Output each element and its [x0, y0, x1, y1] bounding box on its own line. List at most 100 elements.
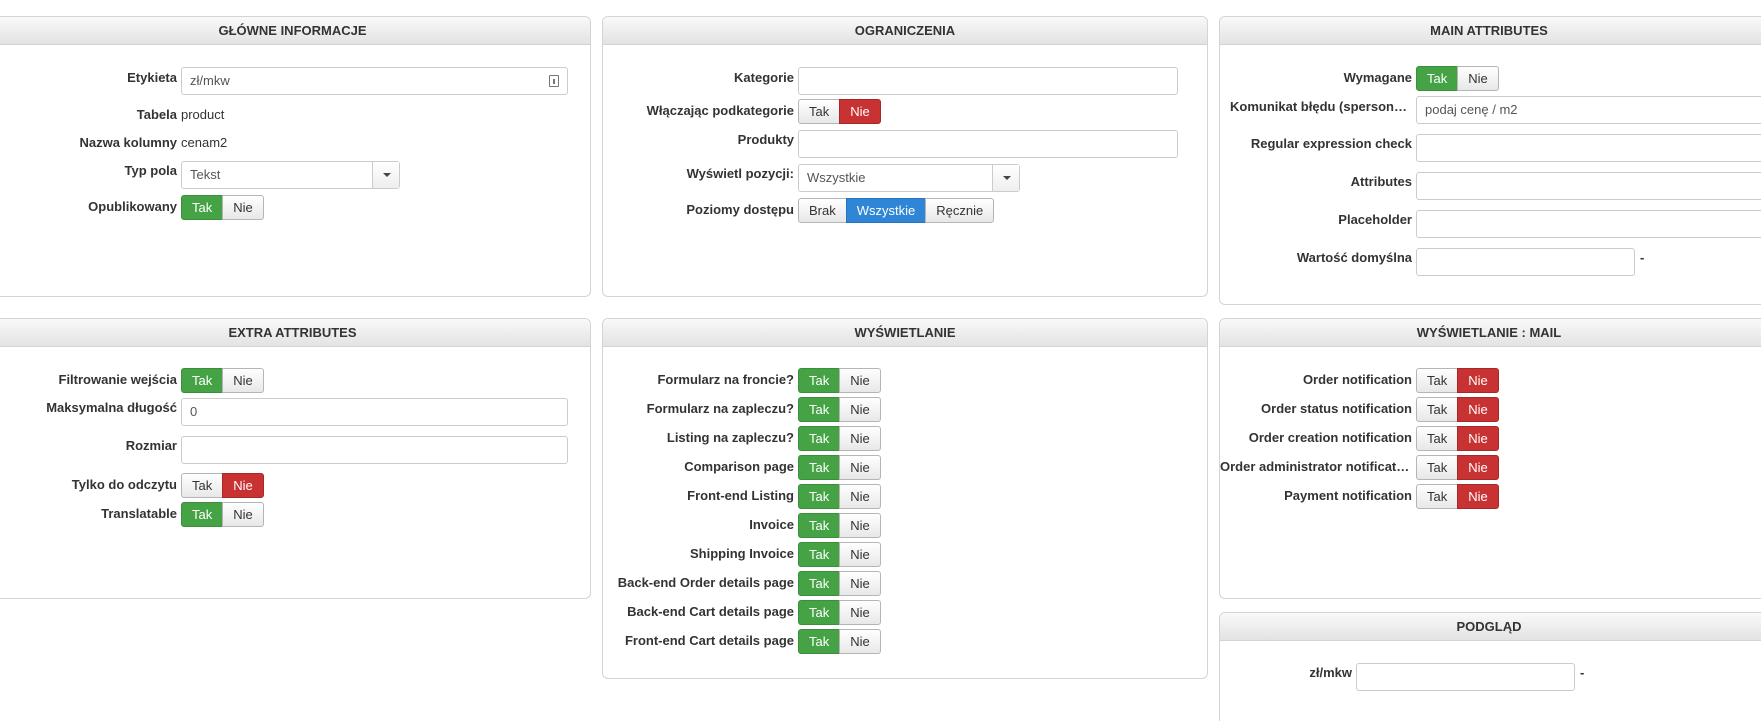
tak-button[interactable]: Tak	[181, 502, 224, 527]
etykieta-value: zł/mkw	[190, 73, 230, 88]
nie-button[interactable]: Nie	[1457, 66, 1499, 91]
podkategorie-label: Włączając podkategorie	[646, 103, 794, 118]
nie-button[interactable]: Nie	[839, 99, 881, 124]
regex-input[interactable]	[1416, 134, 1761, 162]
wyswietlanie-item-1-toggle: Tak Nie	[798, 397, 881, 422]
odczyt-toggle: Tak Nie	[181, 473, 264, 498]
tak-button[interactable]: Tak	[798, 368, 841, 393]
mail-item-0-toggle: Tak Nie	[1416, 368, 1499, 393]
tak-button[interactable]: Tak	[798, 600, 841, 625]
placeholder-input[interactable]	[1416, 210, 1761, 238]
typ-pola-select[interactable]: Tekst	[181, 161, 400, 189]
pozycji-label: Wyświetl pozycji:	[686, 166, 794, 181]
filtrowanie-toggle: Tak Nie	[181, 368, 264, 393]
tak-button[interactable]: Tak	[798, 455, 841, 480]
chevron-down-icon[interactable]	[372, 162, 399, 188]
mail-item-1-label: Order status notification	[1261, 401, 1412, 416]
typ-pola-value: Tekst	[190, 167, 221, 182]
produkty-input[interactable]	[798, 130, 1178, 158]
wyswietlanie-item-1-label: Formularz na zapleczu?	[646, 401, 794, 416]
tak-button[interactable]: Tak	[798, 484, 841, 509]
panel-title: WYŚWIETLANIE : MAIL	[1220, 319, 1761, 347]
rozmiar-input[interactable]	[181, 436, 568, 464]
tak-button[interactable]: Tak	[798, 426, 841, 451]
nie-button[interactable]: Nie	[839, 484, 881, 509]
nie-button[interactable]: Nie	[222, 368, 264, 393]
tak-button[interactable]: Tak	[1416, 368, 1459, 393]
wyswietlanie-item-0-label: Formularz na froncie?	[657, 372, 794, 387]
nie-button[interactable]: Nie	[222, 195, 264, 220]
nie-button[interactable]: Nie	[222, 502, 264, 527]
dlugosc-input[interactable]: 0	[181, 398, 568, 426]
nie-button[interactable]: Nie	[222, 473, 264, 498]
etykieta-input[interactable]: zł/mkw	[181, 67, 568, 95]
wyswietlanie-item-5-toggle: Tak Nie	[798, 513, 881, 538]
field-icon[interactable]	[549, 75, 559, 87]
chevron-down-icon[interactable]	[992, 165, 1019, 191]
nie-button[interactable]: Nie	[839, 397, 881, 422]
komunikat-label: Komunikat błędu (spersonalizowany)	[1230, 99, 1412, 114]
nie-button[interactable]: Nie	[1457, 368, 1499, 393]
typ-pola-label: Typ pola	[124, 163, 177, 178]
wyswietlanie-item-8-toggle: Tak Nie	[798, 600, 881, 625]
kolumna-label: Nazwa kolumny	[79, 135, 177, 150]
tak-button[interactable]: Tak	[798, 99, 841, 124]
tabela-label: Tabela	[136, 107, 177, 122]
nie-button[interactable]: Nie	[1457, 426, 1499, 451]
panel-title: MAIN ATTRIBUTES	[1220, 17, 1761, 45]
tak-button[interactable]: Tak	[181, 473, 224, 498]
poziomy-toggle: Brak Wszystkie Ręcznie	[798, 198, 995, 223]
nie-button[interactable]: Nie	[839, 455, 881, 480]
tak-button[interactable]: Tak	[798, 397, 841, 422]
wyswietlanie-item-6-label: Shipping Invoice	[689, 546, 794, 561]
nie-button[interactable]: Nie	[839, 542, 881, 567]
regex-label: Regular expression check	[1250, 136, 1412, 151]
wyswietlanie-item-4-label: Front-end Listing	[687, 488, 794, 503]
domyslna-input[interactable]	[1416, 248, 1635, 276]
panel-glowne-informacje: GŁÓWNE INFORMACJE Etykieta zł/mkw Tabela…	[0, 16, 591, 297]
nie-button[interactable]: Nie	[839, 513, 881, 538]
tak-button[interactable]: Tak	[1416, 426, 1459, 451]
panel-title: PODGLĄD	[1220, 613, 1761, 641]
tak-button[interactable]: Tak	[181, 368, 224, 393]
nie-button[interactable]: Nie	[839, 629, 881, 654]
pozycji-select[interactable]: Wszystkie	[798, 164, 1020, 192]
mail-item-2-label: Order creation notification	[1248, 430, 1412, 445]
panel-title: OGRANICZENIA	[603, 17, 1207, 45]
tak-button[interactable]: Tak	[798, 629, 841, 654]
brak-button[interactable]: Brak	[798, 198, 847, 223]
nie-button[interactable]: Nie	[1457, 397, 1499, 422]
pozycji-value: Wszystkie	[807, 170, 866, 185]
mail-item-0-label: Order notification	[1302, 372, 1412, 387]
komunikat-input[interactable]: podaj cenę / m2	[1416, 96, 1761, 124]
panel-wyswietlanie: WYŚWIETLANIE Formularz na froncie? Tak Nie…	[602, 318, 1208, 679]
wymagane-label: Wymagane	[1343, 70, 1412, 85]
attributes-input[interactable]	[1416, 172, 1761, 200]
nie-button[interactable]: Nie	[839, 368, 881, 393]
nie-button[interactable]: Nie	[1457, 455, 1499, 480]
nie-button[interactable]: Nie	[1457, 484, 1499, 509]
tak-button[interactable]: Tak	[798, 542, 841, 567]
nie-button[interactable]: Nie	[839, 571, 881, 596]
tak-button[interactable]: Tak	[181, 195, 224, 220]
wyswietlanie-item-0-toggle: Tak Nie	[798, 368, 881, 393]
wyswietlanie-item-6-toggle: Tak Nie	[798, 542, 881, 567]
wyswietlanie-item-2-label: Listing na zapleczu?	[666, 430, 794, 445]
tak-button[interactable]: Tak	[798, 513, 841, 538]
tak-button[interactable]: Tak	[1416, 66, 1459, 91]
nie-button[interactable]: Nie	[839, 600, 881, 625]
mail-item-3-toggle: Tak Nie	[1416, 455, 1499, 480]
recznie-button[interactable]: Ręcznie	[925, 198, 995, 223]
nie-button[interactable]: Nie	[839, 426, 881, 451]
wyswietlanie-item-2-toggle: Tak Nie	[798, 426, 881, 451]
wszystkie-button[interactable]: Wszystkie	[845, 198, 927, 223]
tak-button[interactable]: Tak	[1416, 455, 1459, 480]
mail-item-4-toggle: Tak Nie	[1416, 484, 1499, 509]
odczyt-label: Tylko do odczytu	[71, 477, 177, 492]
tak-button[interactable]: Tak	[798, 571, 841, 596]
kategorie-input[interactable]	[798, 67, 1178, 95]
tak-button[interactable]: Tak	[1416, 397, 1459, 422]
tak-button[interactable]: Tak	[1416, 484, 1459, 509]
mail-item-2-toggle: Tak Nie	[1416, 426, 1499, 451]
podglad-input[interactable]	[1356, 663, 1575, 691]
